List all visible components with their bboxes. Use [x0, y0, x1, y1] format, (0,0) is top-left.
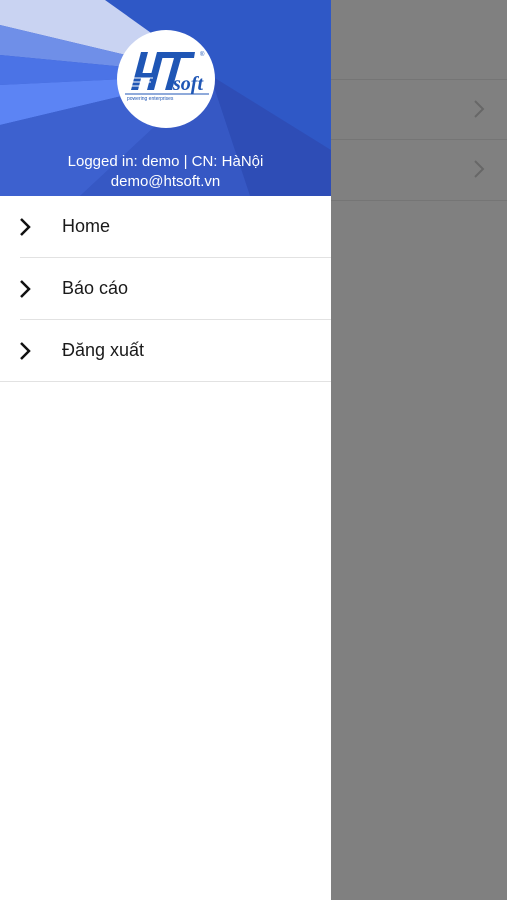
- svg-text:®: ®: [200, 51, 205, 58]
- background-list-row[interactable]: [331, 139, 507, 201]
- chevron-right-icon: [474, 160, 485, 178]
- menu-item-home[interactable]: Home: [0, 196, 331, 258]
- logged-in-info: Logged in: demo | CN: HàNội: [67, 153, 264, 170]
- logo-tagline: powering enterprises: [127, 96, 174, 102]
- chevron-right-icon: [20, 280, 31, 298]
- chevron-right-icon: [20, 342, 31, 360]
- drawer-menu: Home Báo cáo Đăng xuất: [0, 196, 331, 382]
- htsoft-logo: soft ® powering enterprises: [117, 30, 215, 128]
- side-drawer: soft ® powering enterprises Logged in: d…: [0, 0, 331, 900]
- svg-text:soft: soft: [172, 73, 204, 95]
- menu-item-logout[interactable]: Đăng xuất: [0, 320, 331, 382]
- chevron-right-icon: [20, 218, 31, 236]
- htsoft-logo-mark: soft ® powering enterprises: [125, 51, 209, 102]
- menu-item-label: Đăng xuất: [62, 340, 145, 360]
- menu-item-label: Home: [62, 216, 111, 236]
- menu-item-label: Báo cáo: [62, 278, 129, 298]
- app-screen: soft ® powering enterprises Logged in: d…: [0, 0, 507, 900]
- drawer-header: soft ® powering enterprises Logged in: d…: [0, 0, 331, 196]
- chevron-right-icon: [474, 100, 485, 118]
- menu-item-reports[interactable]: Báo cáo: [0, 258, 331, 320]
- user-email: demo@htsoft.vn: [110, 173, 221, 190]
- background-list-row[interactable]: [331, 79, 507, 140]
- divider: [0, 381, 331, 382]
